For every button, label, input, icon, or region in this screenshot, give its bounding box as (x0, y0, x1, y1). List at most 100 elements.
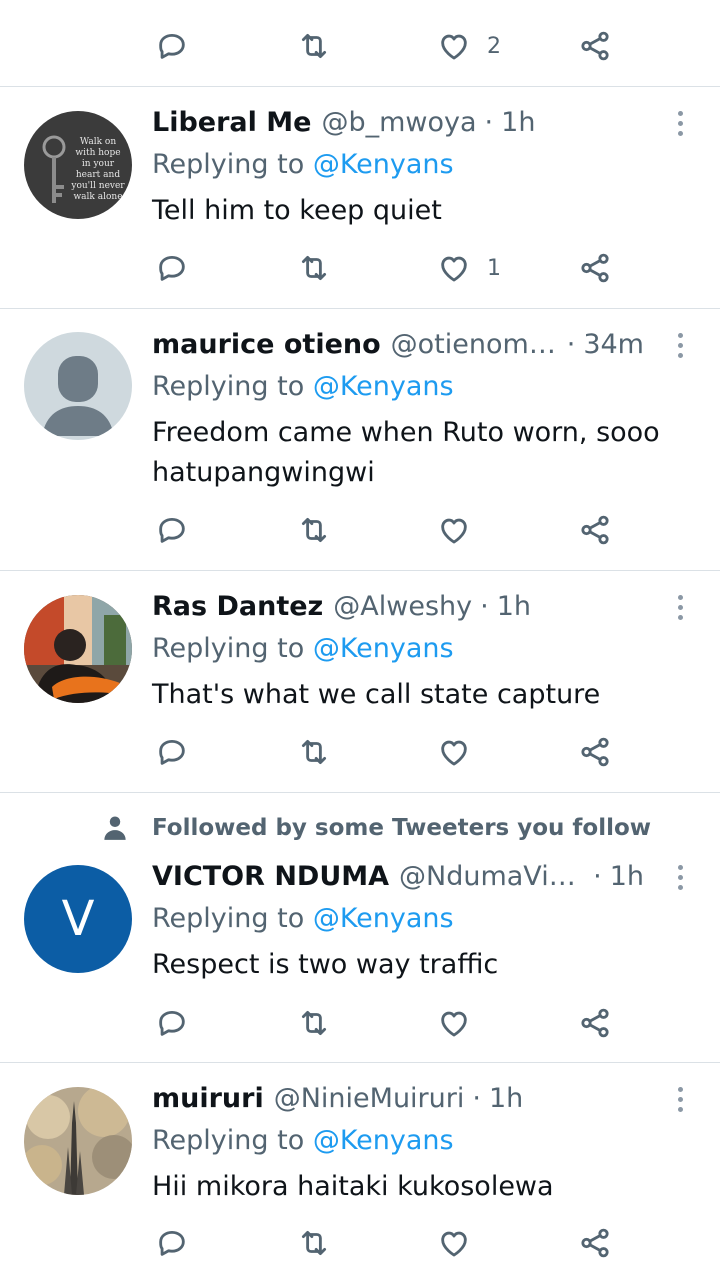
retweet-button[interactable] (297, 248, 331, 288)
mention-link[interactable]: @Kenyans (313, 149, 454, 180)
tweet-text: Freedom came when Ruto worn, sooo hatupa… (152, 417, 660, 488)
more-options-button[interactable] (666, 325, 694, 365)
retweet-button[interactable] (297, 732, 331, 772)
mention-link[interactable]: @Kenyans (313, 1125, 454, 1156)
skyline-photo-avatar-icon (24, 1087, 132, 1195)
more-options-button[interactable] (666, 1079, 694, 1119)
tweet[interactable]: V VICTOR NDUMA @NdumaVictor · 1h Replyin… (0, 793, 720, 1062)
reply-icon (155, 513, 189, 547)
timestamp[interactable]: 34m (583, 325, 644, 365)
replying-to: Replying to @Kenyans (152, 1121, 454, 1161)
separator-dot: · (566, 329, 576, 360)
retweet-icon (297, 513, 331, 547)
like-count: 2 (487, 33, 501, 59)
like-button[interactable] (437, 1003, 487, 1043)
avatar[interactable]: V (24, 865, 132, 973)
tweet-text: Hii mikora haitaki kukosolewa (152, 1171, 554, 1202)
tweet[interactable]: maurice otieno @otienomac... · 34m Reply… (0, 309, 720, 570)
timestamp[interactable]: 1h (610, 857, 644, 897)
separator-dot: · (484, 107, 494, 138)
share-icon (578, 513, 612, 547)
more-options-button[interactable] (666, 587, 694, 627)
display-name[interactable]: Ras Dantez (152, 587, 323, 627)
tweet-actions: 1 (0, 248, 720, 288)
retweet-button[interactable] (297, 1003, 331, 1043)
like-button[interactable] (437, 510, 487, 550)
separator-dot: · (593, 861, 602, 892)
mention-link[interactable]: @Kenyans (313, 371, 454, 402)
heart-icon (437, 735, 471, 769)
user-handle[interactable]: @Alweshy (333, 587, 472, 627)
replying-to: Replying to @Kenyans (152, 367, 454, 407)
like-button[interactable]: 2 (437, 26, 501, 66)
reply-button[interactable] (155, 1223, 189, 1263)
reply-icon (155, 1226, 189, 1260)
heart-icon (437, 513, 471, 547)
display-name[interactable]: maurice otieno (152, 325, 381, 365)
tweet-text: That's what we call state capture (152, 679, 601, 710)
avatar[interactable]: Walk on with hope in your heart and you'… (24, 111, 132, 219)
reply-button[interactable] (155, 732, 189, 772)
share-button[interactable] (578, 1003, 612, 1043)
avatar-letter: V (61, 891, 95, 947)
tweet-actions (0, 1003, 720, 1043)
user-handle[interactable]: @b_mwoya (321, 103, 476, 143)
tweet[interactable]: Walk on with hope in your heart and you'… (0, 87, 720, 308)
reply-icon (155, 29, 189, 63)
tweet-header: muiruri @NinieMuiruri · 1h (152, 1079, 644, 1119)
share-button[interactable] (578, 1223, 612, 1263)
heart-icon (437, 1006, 471, 1040)
mention-link[interactable]: @Kenyans (313, 633, 454, 664)
reply-button[interactable] (155, 248, 189, 288)
retweet-icon (297, 29, 331, 63)
retweet-icon (297, 1226, 331, 1260)
share-icon (578, 251, 612, 285)
retweet-button[interactable] (297, 1223, 331, 1263)
more-options-button[interactable] (666, 103, 694, 143)
retweet-button[interactable] (297, 510, 331, 550)
avatar[interactable] (24, 595, 132, 703)
photo-avatar-icon (24, 595, 132, 703)
display-name[interactable]: VICTOR NDUMA (152, 857, 389, 897)
timestamp[interactable]: 1h (497, 587, 531, 627)
tweet-header: maurice otieno @otienomac... · 34m (152, 325, 644, 365)
display-name[interactable]: muiruri (152, 1079, 264, 1119)
avatar[interactable] (24, 332, 132, 440)
heart-icon (437, 29, 471, 63)
share-icon (578, 1226, 612, 1260)
avatar-text: walk alone (73, 192, 122, 202)
tweet-actions (0, 1223, 720, 1263)
tweet[interactable]: Ras Dantez @Alweshy · 1h Replying to @Ke… (0, 571, 720, 792)
retweet-icon (297, 1006, 331, 1040)
avatar-text: you'll never (70, 181, 125, 191)
replying-to: Replying to @Kenyans (152, 629, 454, 669)
mention-link[interactable]: @Kenyans (313, 903, 454, 934)
replying-prefix: Replying to (152, 371, 313, 402)
tweet[interactable]: muiruri @NinieMuiruri · 1h Replying to @… (0, 1063, 720, 1253)
replying-prefix: Replying to (152, 903, 313, 934)
avatar[interactable] (24, 1087, 132, 1195)
share-button[interactable] (578, 732, 612, 772)
share-button[interactable] (578, 26, 612, 66)
user-handle[interactable]: @otienomac... (391, 325, 559, 365)
reply-button[interactable] (155, 510, 189, 550)
reply-icon (155, 251, 189, 285)
reply-button[interactable] (155, 26, 189, 66)
like-button[interactable]: 1 (437, 248, 501, 288)
retweet-button[interactable] (297, 26, 331, 66)
like-button[interactable] (437, 732, 487, 772)
timestamp[interactable]: 1h (489, 1079, 523, 1119)
more-options-button[interactable] (666, 857, 694, 897)
user-handle[interactable]: @NinieMuiruri (274, 1079, 465, 1119)
user-handle[interactable]: @NdumaVictor (399, 857, 585, 897)
share-button[interactable] (578, 248, 612, 288)
timestamp[interactable]: 1h (501, 103, 535, 143)
heart-icon (437, 251, 471, 285)
tweet-header: Liberal Me @b_mwoya · 1h (152, 103, 644, 143)
share-button[interactable] (578, 510, 612, 550)
display-name[interactable]: Liberal Me (152, 103, 311, 143)
separator-dot: · (472, 1083, 481, 1114)
like-button[interactable] (437, 1223, 487, 1263)
retweet-icon (297, 735, 331, 769)
reply-button[interactable] (155, 1003, 189, 1043)
